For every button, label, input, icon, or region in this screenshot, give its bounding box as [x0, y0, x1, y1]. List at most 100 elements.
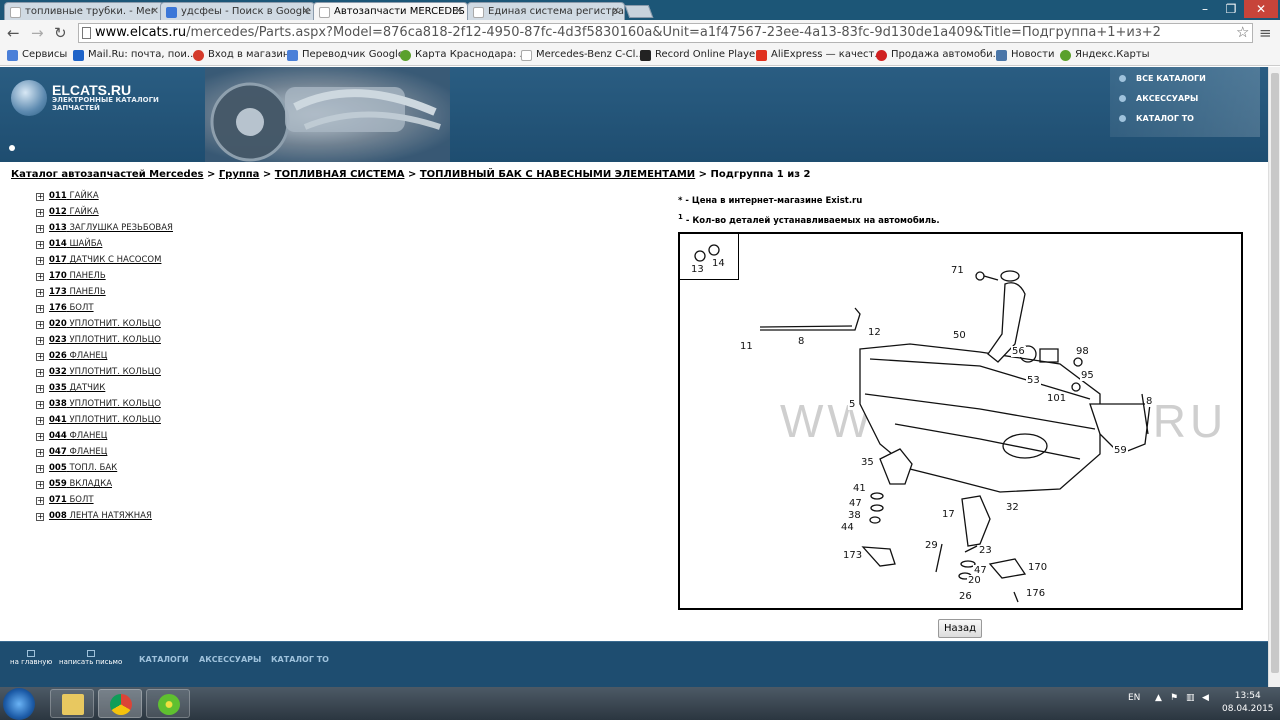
bookmark-shop[interactable]: Вход в магазин: [193, 49, 289, 61]
close-icon[interactable]: ✕: [302, 6, 310, 17]
callout-98[interactable]: 98: [1075, 346, 1090, 357]
breadcrumb-fuel-tank[interactable]: ТОПЛИВНЫЙ БАК С НАВЕСНЫМИ ЭЛЕМЕНТАМИ: [420, 169, 695, 180]
callout-101[interactable]: 101: [1046, 393, 1068, 404]
expand-icon[interactable]: +: [36, 289, 44, 297]
expand-icon[interactable]: +: [36, 353, 44, 361]
callout-32[interactable]: 32: [1005, 502, 1020, 513]
callout-13[interactable]: 13: [690, 264, 705, 275]
bookmark-map[interactable]: Карта Краснодара: ...: [400, 49, 529, 61]
part-link[interactable]: 026 ФЛАНЕЦ: [49, 351, 107, 361]
callout-47[interactable]: 47: [848, 498, 863, 509]
expand-icon[interactable]: +: [36, 433, 44, 441]
expand-icon[interactable]: +: [36, 337, 44, 345]
icq-taskbar-button[interactable]: [146, 689, 190, 718]
part-link[interactable]: 173 ПАНЕЛЬ: [49, 287, 106, 297]
tab-3[interactable]: Автозапчасти MERCEDES ✕: [313, 2, 468, 20]
expand-icon[interactable]: +: [36, 193, 44, 201]
part-link[interactable]: 017 ДАТЧИК С НАСОСОМ: [49, 255, 161, 265]
expand-icon[interactable]: +: [36, 513, 44, 521]
bookmark-services[interactable]: Сервисы: [7, 49, 67, 61]
bookmark-mailru[interactable]: Mail.Ru: почта, пои...: [73, 49, 196, 61]
parts-diagram[interactable]: WWW.ELCATS.RU: [678, 232, 1243, 610]
bookmark-mercedes[interactable]: Mercedes-Benz C-Cl...: [521, 49, 645, 61]
close-window-icon[interactable]: ✕: [1244, 0, 1278, 18]
callout-176[interactable]: 176: [1025, 588, 1047, 599]
tray-expand-icon[interactable]: ▲: [1155, 693, 1162, 703]
close-icon[interactable]: ✕: [151, 6, 159, 17]
part-link[interactable]: 013 ЗАГЛУШКА РЕЗЬБОВАЯ: [49, 223, 173, 233]
bookmark-record[interactable]: Record Online Player: [640, 49, 759, 61]
part-link[interactable]: 011 ГАЙКА: [49, 191, 99, 201]
callout-170[interactable]: 170: [1027, 562, 1049, 573]
footer-home[interactable]: на главную: [10, 650, 52, 666]
expand-icon[interactable]: +: [36, 481, 44, 489]
expand-icon[interactable]: +: [36, 321, 44, 329]
expand-icon[interactable]: +: [36, 273, 44, 281]
address-bar[interactable]: www.elcats.ru/mercedes/Parts.aspx?Model=…: [78, 23, 1253, 43]
part-link[interactable]: 035 ДАТЧИК: [49, 383, 105, 393]
callout-12[interactable]: 12: [867, 327, 882, 338]
nav-accessories[interactable]: АКСЕССУАРЫ: [1118, 94, 1198, 103]
callout-8b[interactable]: 8: [1145, 396, 1154, 407]
callout-38[interactable]: 38: [847, 510, 862, 521]
callout-53[interactable]: 53: [1026, 375, 1041, 386]
callout-56[interactable]: 56: [1011, 346, 1026, 357]
expand-icon[interactable]: +: [36, 465, 44, 473]
bookmark-star-icon[interactable]: ☆: [1236, 23, 1249, 41]
expand-icon[interactable]: +: [36, 449, 44, 457]
part-link[interactable]: 005 ТОПЛ. БАК: [49, 463, 117, 473]
bookmark-news[interactable]: Новости: [996, 49, 1054, 61]
callout-14[interactable]: 14: [711, 258, 726, 269]
callout-50[interactable]: 50: [952, 330, 967, 341]
start-button-icon[interactable]: [3, 688, 35, 720]
minimize-icon[interactable]: –: [1192, 0, 1218, 18]
expand-icon[interactable]: +: [36, 385, 44, 393]
part-link[interactable]: 032 УПЛОТНИТ. КОЛЬЦО: [49, 367, 161, 377]
expand-icon[interactable]: +: [36, 369, 44, 377]
tab-2[interactable]: удсфеы - Поиск в Google ✕: [160, 2, 315, 20]
new-tab-button[interactable]: [624, 5, 654, 18]
language-indicator[interactable]: EN: [1128, 693, 1140, 703]
callout-44[interactable]: 44: [840, 522, 855, 533]
menu-icon[interactable]: ≡: [1259, 24, 1272, 42]
tab-4[interactable]: Единая система регистрац ✕: [467, 2, 625, 20]
tab-1[interactable]: топливные трубки. - Mer ✕: [4, 2, 164, 20]
callout-41[interactable]: 41: [852, 483, 867, 494]
expand-icon[interactable]: +: [36, 417, 44, 425]
explorer-taskbar-button[interactable]: [50, 689, 94, 718]
footer-catalogs[interactable]: КАТАЛОГИ: [139, 655, 189, 664]
reload-icon[interactable]: ↻: [54, 24, 67, 42]
forward-arrow-icon[interactable]: →: [31, 24, 44, 42]
back-button[interactable]: Назад: [938, 619, 982, 638]
callout-26[interactable]: 26: [958, 591, 973, 602]
breadcrumb-catalog[interactable]: Каталог автозапчастей Mercedes: [11, 169, 203, 180]
bookmark-yandex-maps[interactable]: Яндекс.Карты: [1060, 49, 1150, 61]
network-icon[interactable]: ▥: [1186, 693, 1195, 703]
callout-59[interactable]: 59: [1113, 445, 1128, 456]
part-link[interactable]: 176 БОЛТ: [49, 303, 94, 313]
callout-35[interactable]: 35: [860, 457, 875, 468]
part-link[interactable]: 038 УПЛОТНИТ. КОЛЬЦО: [49, 399, 161, 409]
expand-icon[interactable]: +: [36, 257, 44, 265]
expand-icon[interactable]: +: [36, 241, 44, 249]
expand-icon[interactable]: +: [36, 401, 44, 409]
part-link[interactable]: 059 ВКЛАДКА: [49, 479, 112, 489]
callout-71[interactable]: 71: [950, 265, 965, 276]
expand-icon[interactable]: +: [36, 225, 44, 233]
part-link[interactable]: 020 УПЛОТНИТ. КОЛЬЦО: [49, 319, 161, 329]
maximize-icon[interactable]: ❐: [1218, 0, 1244, 18]
logo-icon[interactable]: [11, 80, 47, 116]
callout-95[interactable]: 95: [1080, 370, 1095, 381]
callout-17[interactable]: 17: [941, 509, 956, 520]
part-link[interactable]: 014 ШАЙБА: [49, 239, 102, 249]
nav-all-catalogs[interactable]: ВСЕ КАТАЛОГИ: [1119, 74, 1206, 83]
part-link[interactable]: 047 ФЛАНЕЦ: [49, 447, 107, 457]
bookmark-translate[interactable]: Переводчик Google: [287, 49, 404, 61]
part-link[interactable]: 023 УПЛОТНИТ. КОЛЬЦО: [49, 335, 161, 345]
bookmark-aliexpress[interactable]: AliExpress — качест...: [756, 49, 884, 61]
callout-11[interactable]: 11: [739, 341, 754, 352]
expand-icon[interactable]: +: [36, 497, 44, 505]
part-link[interactable]: 044 ФЛАНЕЦ: [49, 431, 107, 441]
callout-5[interactable]: 5: [848, 399, 857, 410]
part-link[interactable]: 071 БОЛТ: [49, 495, 94, 505]
